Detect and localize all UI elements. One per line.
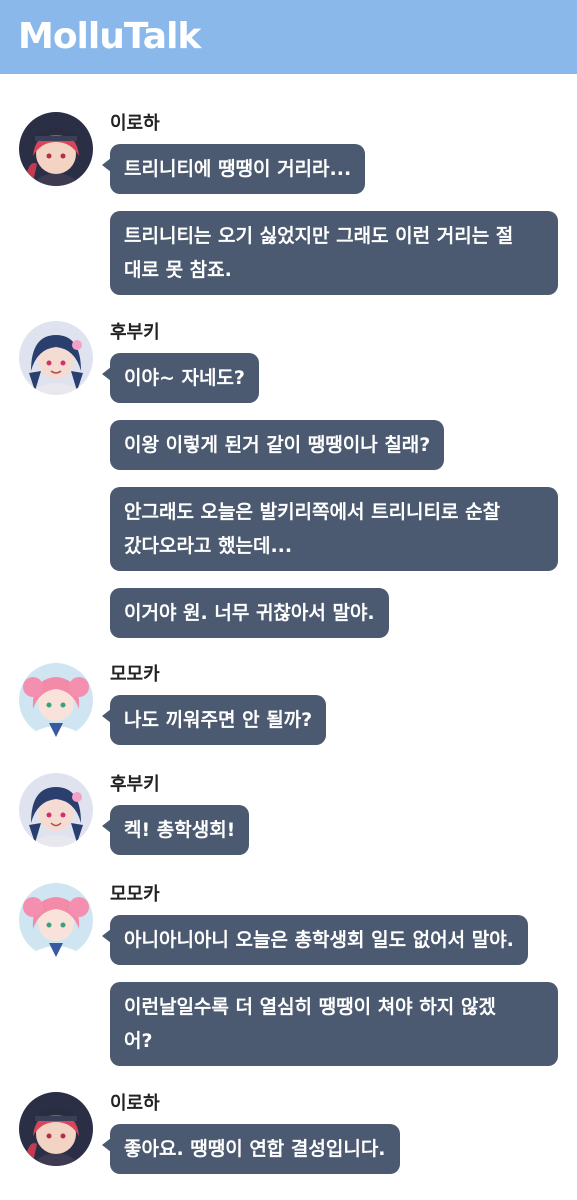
app-title: MolluTalk — [18, 16, 201, 57]
message-bubble[interactable]: 이런날일수록 더 열심히 땡땡이 쳐야 하지 않겠 어? — [110, 982, 558, 1066]
sender-name: 후부키 — [110, 322, 160, 343]
message-bubble[interactable]: 나도 끼워주면 안 될까? — [101, 695, 327, 745]
iroha-avatar[interactable] — [19, 112, 93, 186]
sender-name: 후부키 — [110, 774, 160, 795]
sender-name: 모모카 — [110, 884, 160, 905]
sender-name: 이로하 — [110, 113, 160, 134]
fubuki-avatar[interactable] — [19, 773, 93, 847]
message-bubble[interactable]: 안그래도 오늘은 발키리쪽에서 트리니티로 순찰 갔다오라고 했는데... — [110, 487, 558, 571]
message-bubble[interactable]: 켁! 총학생회! — [101, 805, 250, 855]
message-bubble[interactable]: 이거야 원. 너무 귀찮아서 말야. — [110, 588, 389, 638]
iroha-avatar[interactable] — [19, 1092, 93, 1166]
app-header: MolluTalk — [0, 0, 577, 74]
message-bubble[interactable]: 트리니티는 오기 싫었지만 그래도 이런 거리는 절 대로 못 참죠. — [110, 211, 558, 295]
message-bubble[interactable]: 이야~ 자네도? — [102, 353, 259, 403]
sender-name: 모모카 — [110, 664, 160, 685]
momoka-avatar[interactable] — [19, 883, 93, 957]
fubuki-avatar[interactable] — [19, 321, 93, 395]
message-bubble[interactable]: 이왕 이렇게 된거 같이 땡땡이나 칠래? — [110, 420, 445, 470]
momoka-avatar[interactable] — [19, 663, 93, 737]
message-bubble[interactable]: 아니아니아니 오늘은 총학생회 일도 없어서 말야. — [102, 915, 528, 965]
message-bubble[interactable]: 좋아요. 땡땡이 연합 결성입니다. — [102, 1124, 400, 1174]
sender-name: 이로하 — [110, 1093, 160, 1114]
message-bubble[interactable]: 트리니티에 땡땡이 거리라... — [101, 144, 366, 194]
